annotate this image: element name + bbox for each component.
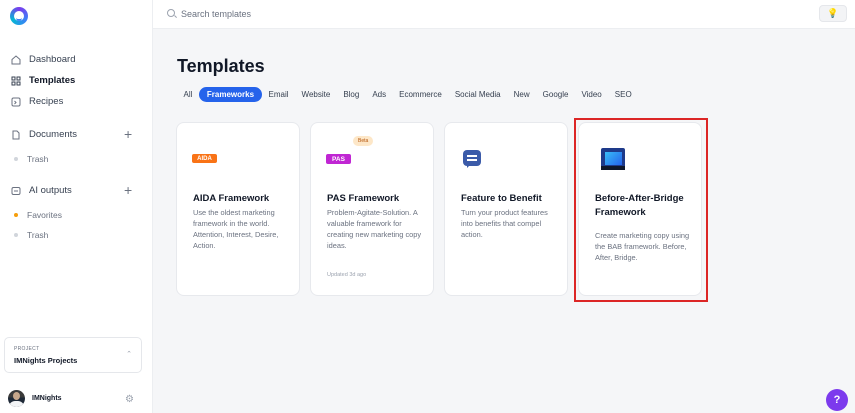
card-description: Use the oldest marketing framework in th…	[193, 208, 279, 251]
tab-video[interactable]: Video	[575, 87, 608, 102]
chat-icon	[463, 150, 481, 168]
document-icon	[11, 130, 21, 140]
card-title: PAS Framework	[327, 193, 400, 204]
card-description: Turn your product features into benefits…	[461, 208, 548, 240]
project-selector[interactable]: PROJECT IMNights Projects ⌃	[4, 337, 142, 373]
sidebar-subitem-ai-trash[interactable]: Trash	[14, 230, 48, 240]
tab-ecommerce[interactable]: Ecommerce	[393, 87, 449, 102]
search-icon	[167, 9, 175, 17]
tab-website[interactable]: Website	[295, 87, 337, 102]
sidebar-item-label: Templates	[29, 75, 76, 86]
gear-icon[interactable]: ⚙	[125, 394, 134, 405]
add-ai-output-icon[interactable]: +	[124, 183, 132, 197]
chevron-updown-icon: ⌃	[126, 351, 132, 358]
tab-new[interactable]: New	[507, 87, 536, 102]
lightbulb-icon: 💡	[827, 8, 839, 18]
search-input[interactable]	[181, 6, 481, 22]
sidebar-subitem-favorites[interactable]: Favorites	[14, 210, 62, 220]
sidebar-item-label: Recipes	[29, 96, 64, 107]
card-updated: Updated 3d ago	[327, 272, 367, 278]
tips-button[interactable]: 💡	[819, 5, 847, 22]
home-icon	[11, 54, 21, 65]
tab-ads[interactable]: Ads	[366, 87, 393, 102]
template-card-pas[interactable]: PAS Beta PAS Framework Problem-Agitate-S…	[310, 122, 434, 296]
tab-google[interactable]: Google	[536, 87, 575, 102]
project-label: PROJECT	[14, 346, 40, 352]
tab-seo[interactable]: SEO	[608, 87, 638, 102]
tab-social-media[interactable]: Social Media	[448, 87, 507, 102]
sidebar-item-label: Documents	[29, 129, 78, 140]
sidebar-item-recipes[interactable]: Recipes	[11, 96, 63, 107]
sidebar-item-ai-outputs[interactable]: AI outputs	[11, 185, 72, 196]
project-name: IMNights Projects	[14, 356, 78, 365]
user-profile[interactable]: IMNights	[8, 390, 62, 407]
pas-icon: PAS	[326, 154, 351, 164]
tab-email[interactable]: Email	[262, 87, 295, 102]
template-card-feature-to-benefit[interactable]: Feature to Benefit Turn your product fea…	[444, 122, 568, 296]
card-title: Feature to Benefit	[461, 193, 542, 204]
sidebar-item-label: AI outputs	[29, 185, 72, 196]
sidebar-item-label: Dashboard	[29, 54, 76, 65]
bullet-icon	[14, 233, 18, 237]
card-description: Problem-Agitate-Solution. A valuable fra…	[327, 208, 422, 251]
recipe-icon	[11, 97, 21, 107]
beta-badge: Beta	[353, 136, 374, 146]
add-document-icon[interactable]: +	[124, 127, 132, 141]
sidebar-subitem-documents-trash[interactable]: Trash	[14, 154, 48, 164]
sidebar-item-dashboard[interactable]: Dashboard	[11, 54, 75, 65]
tab-frameworks[interactable]: Frameworks	[198, 87, 263, 102]
sidebar-item-templates[interactable]: Templates	[11, 75, 75, 86]
bullet-icon	[14, 157, 18, 161]
bullet-icon	[14, 213, 18, 217]
sidebar: Dashboard Templates Recipes Documents + …	[0, 0, 153, 413]
topbar: 💡	[153, 0, 855, 29]
user-name: IMNights	[32, 395, 62, 402]
tab-blog[interactable]: Blog	[337, 87, 366, 102]
template-card-aida[interactable]: AIDA AIDA Framework Use the oldest marke…	[176, 122, 300, 296]
category-tabs: All Frameworks Email Website Blog Ads Ec…	[177, 87, 638, 102]
help-button[interactable]: ?	[826, 389, 848, 411]
avatar	[8, 390, 25, 407]
ai-output-icon	[11, 186, 21, 196]
selection-highlight	[574, 118, 708, 302]
sidebar-item-documents[interactable]: Documents	[11, 129, 77, 140]
app-logo-icon[interactable]	[10, 7, 28, 25]
page-title: Templates	[177, 56, 265, 76]
grid-icon	[11, 76, 21, 86]
tab-all[interactable]: All	[177, 87, 199, 102]
card-title: AIDA Framework	[193, 193, 270, 204]
aida-icon: AIDA	[192, 154, 217, 163]
